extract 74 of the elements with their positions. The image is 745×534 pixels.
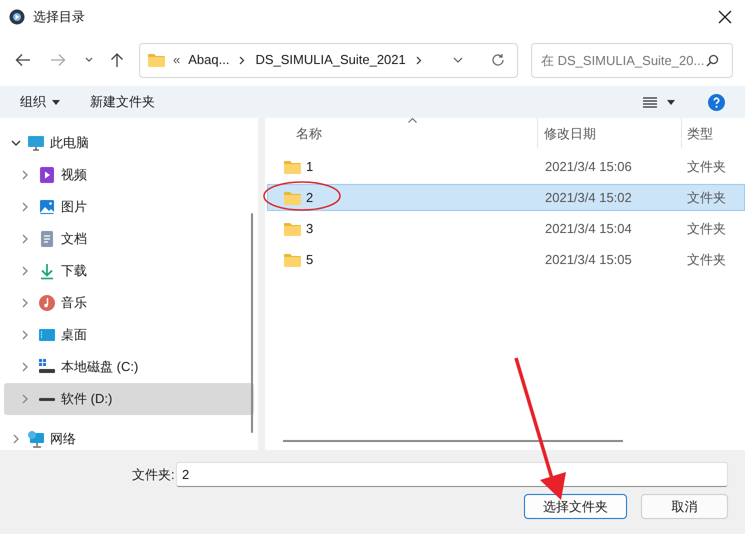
horizontal-scrollbar[interactable] xyxy=(283,440,623,442)
column-header[interactable]: 名称 xyxy=(265,118,538,148)
folder-input[interactable]: 2 xyxy=(176,462,728,487)
file-name: 3 xyxy=(306,220,314,238)
scrollbar[interactable] xyxy=(251,213,253,433)
music-note-icon xyxy=(38,294,56,312)
view-list-icon[interactable] xyxy=(643,96,657,108)
date-cell-text: 2021/3/4 15:06 xyxy=(544,158,633,176)
search-icon xyxy=(706,54,719,66)
app-logo-icon xyxy=(9,9,25,25)
type-cell-text: 文件夹 xyxy=(686,158,726,176)
cancel-button[interactable]: 取消 xyxy=(641,494,728,519)
document-icon xyxy=(38,230,56,248)
folder-icon xyxy=(284,160,301,174)
column-header[interactable]: 类型 xyxy=(682,118,745,148)
folder-label: 文件夹: xyxy=(132,466,176,484)
sidebar-item[interactable]: 软件 (D:) xyxy=(4,383,254,415)
network-icon xyxy=(27,430,45,448)
sidebar-item[interactable]: 图片 xyxy=(4,191,254,223)
folder-icon xyxy=(148,53,165,67)
folder-icon xyxy=(284,252,301,266)
folder-icon xyxy=(284,190,301,204)
search-field[interactable]: 在 DS_SIMULIA_Suite_20... xyxy=(531,42,733,78)
new-folder-button[interactable]: 新建文件夹 xyxy=(90,92,155,112)
chevron-down-icon[interactable] xyxy=(11,140,21,146)
address-bar[interactable]: « Abaq... DS_SIMULIA_Suite_2021 xyxy=(139,42,518,78)
file-name: 5 xyxy=(306,250,314,269)
video-icon xyxy=(38,166,56,184)
caret-icon[interactable] xyxy=(667,100,675,104)
sidebar-item[interactable]: 本地磁盘 (C:) xyxy=(4,351,254,383)
sort-up-icon xyxy=(408,118,417,123)
download-arrow-icon xyxy=(38,262,56,280)
sidebar-item[interactable]: 下载 xyxy=(4,255,254,287)
type-cell-text: 文件夹 xyxy=(686,250,726,269)
sidebar-item[interactable]: 视频 xyxy=(4,159,254,191)
chevron-down-icon[interactable] xyxy=(453,57,463,63)
file-row[interactable]: 1 2021/3/4 15:06 文件夹 xyxy=(267,153,745,180)
window-title: 选择目录 xyxy=(33,8,85,26)
back-arrow-icon[interactable] xyxy=(15,53,31,67)
breadcrumb[interactable]: Abaq... xyxy=(188,50,230,70)
type-cell-text: 文件夹 xyxy=(686,188,726,207)
sidebar-item[interactable]: 音乐 xyxy=(4,287,254,319)
picture-icon xyxy=(38,198,56,216)
overflow-chevron[interactable]: « xyxy=(173,50,180,70)
file-row[interactable]: 2 2021/3/4 15:02 文件夹 xyxy=(267,184,745,211)
type-cell-text: 文件夹 xyxy=(686,220,726,238)
sidebar-item[interactable]: 文档 xyxy=(4,223,254,255)
date-cell-text: 2021/3/4 15:04 xyxy=(544,220,633,238)
date-cell-text: 2021/3/4 15:02 xyxy=(544,188,633,207)
caret-icon xyxy=(52,100,60,104)
select-folder-button[interactable]: 选择文件夹 xyxy=(524,494,627,519)
breadcrumb[interactable]: DS_SIMULIA_Suite_2021 xyxy=(255,50,406,70)
close-icon[interactable] xyxy=(718,10,732,24)
sidebar-item[interactable]: 桌面 xyxy=(4,319,254,351)
sidebar-item[interactable]: 网络 xyxy=(4,423,254,455)
file-name: 1 xyxy=(306,158,314,176)
folder-icon xyxy=(284,222,301,236)
chevron-right-icon[interactable] xyxy=(239,56,246,64)
chevron-down-icon[interactable] xyxy=(85,57,93,63)
organize-button[interactable]: 组织 xyxy=(20,92,60,112)
chevron-right-icon[interactable] xyxy=(416,56,422,64)
drive-icon xyxy=(38,398,56,400)
desktop-icon xyxy=(38,326,56,344)
help-icon[interactable] xyxy=(708,94,725,110)
up-arrow-icon[interactable] xyxy=(110,52,124,68)
monitor-icon xyxy=(27,134,45,152)
file-row[interactable]: 5 2021/3/4 15:05 文件夹 xyxy=(267,246,745,273)
date-cell-text: 2021/3/4 15:05 xyxy=(544,250,633,269)
refresh-icon[interactable] xyxy=(491,53,505,67)
column-header[interactable]: 修改日期 xyxy=(538,118,682,148)
sidebar-item[interactable]: 此电脑 xyxy=(4,127,254,159)
drive-icon xyxy=(38,358,56,376)
file-name: 2 xyxy=(306,188,314,207)
file-row[interactable]: 3 2021/3/4 15:04 文件夹 xyxy=(267,215,745,242)
